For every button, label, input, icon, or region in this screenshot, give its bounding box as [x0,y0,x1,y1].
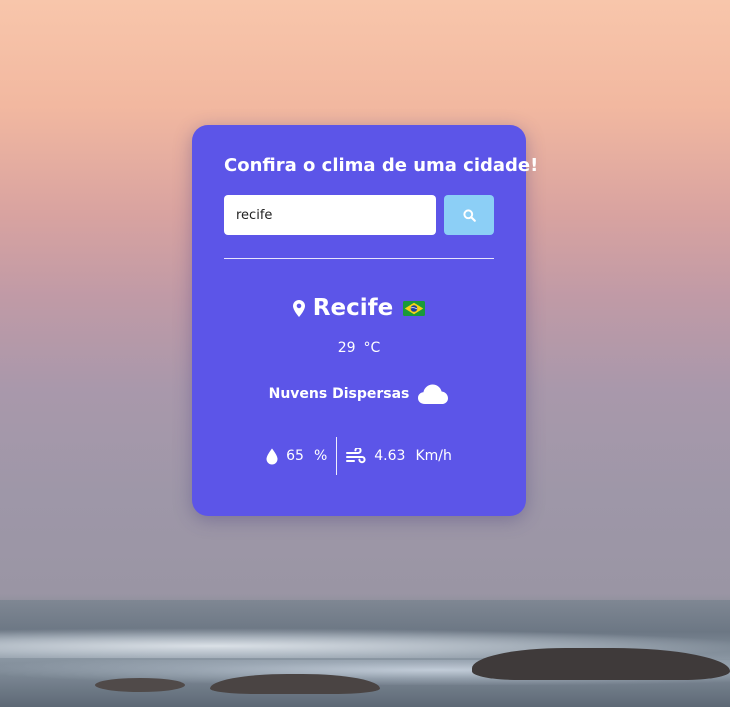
rock [95,678,185,692]
search-input[interactable] [224,195,436,235]
weather-description-row: Nuvens Dispersas [192,383,526,405]
wind: 4.63 Km/h [346,447,452,465]
weather-description: Nuvens Dispersas [268,386,410,402]
humidity-value: 65 [286,448,304,464]
temperature: 29 °C [192,340,526,356]
water-drop-icon [266,448,278,464]
city-header: Recife [192,293,526,323]
weather-card: Confira o clima de uma cidade! Recife 29… [192,125,539,516]
map-pin-icon [292,299,305,317]
divider [224,258,494,259]
humidity-unit: % [313,448,328,464]
city-name: Recife [312,295,394,321]
page-title: Confira o clima de uma cidade! [224,155,539,176]
wind-unit: Km/h [415,448,452,464]
cloud-icon [418,384,449,404]
temperature-unit: °C [363,340,381,356]
wind-value: 4.63 [374,448,406,464]
search-form [224,195,494,235]
brazil-flag-icon [403,300,426,316]
details-separator [336,437,338,475]
temperature-value: 29 [337,340,356,356]
search-icon [462,208,476,222]
wind-icon [346,447,366,463]
humidity: 65 % [266,448,327,465]
weather-details: 65 % 4.63 Km/h [192,437,526,475]
rock [210,674,380,694]
search-button[interactable] [444,195,494,235]
